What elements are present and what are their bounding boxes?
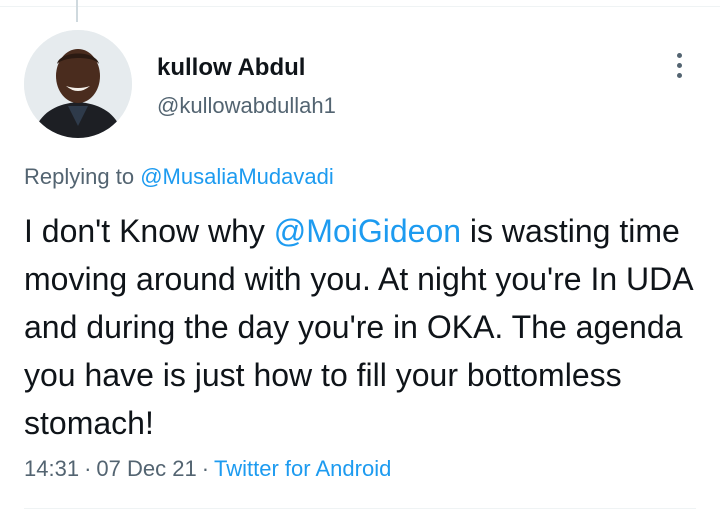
avatar-image <box>24 30 132 138</box>
more-options-icon[interactable] <box>664 48 694 82</box>
thread-connector-line <box>76 0 78 22</box>
separator-dot: · <box>84 456 92 481</box>
tweet-time[interactable]: 14:31 <box>24 456 79 481</box>
author-display-name[interactable]: kullow Abdul <box>157 54 305 82</box>
more-dot <box>676 52 682 58</box>
author-handle[interactable]: @kullowabdullah1 <box>157 93 336 119</box>
reply-mention-link[interactable]: @MusaliaMudavadi <box>140 164 334 189</box>
tweet-metadata: 14:31 · 07 Dec 21 · Twitter for Android <box>24 456 391 482</box>
avatar[interactable] <box>24 30 132 138</box>
replying-to-label: Replying to <box>24 164 135 189</box>
tweet-text: I don't Know why @MoiGideon is wasting t… <box>24 207 714 447</box>
tweet-mention-link[interactable]: @MoiGideon <box>274 213 461 249</box>
more-dot <box>676 62 682 68</box>
top-divider <box>0 6 720 7</box>
tweet-text-start: I don't Know why <box>24 213 274 249</box>
separator-dot: · <box>201 456 210 481</box>
bottom-divider <box>24 508 696 509</box>
replying-to-line: Replying to @MusaliaMudavadi <box>24 164 334 190</box>
more-dot <box>676 72 682 78</box>
tweet-date[interactable]: 07 Dec 21 <box>96 456 196 481</box>
tweet-source-link[interactable]: Twitter for Android <box>214 456 391 481</box>
